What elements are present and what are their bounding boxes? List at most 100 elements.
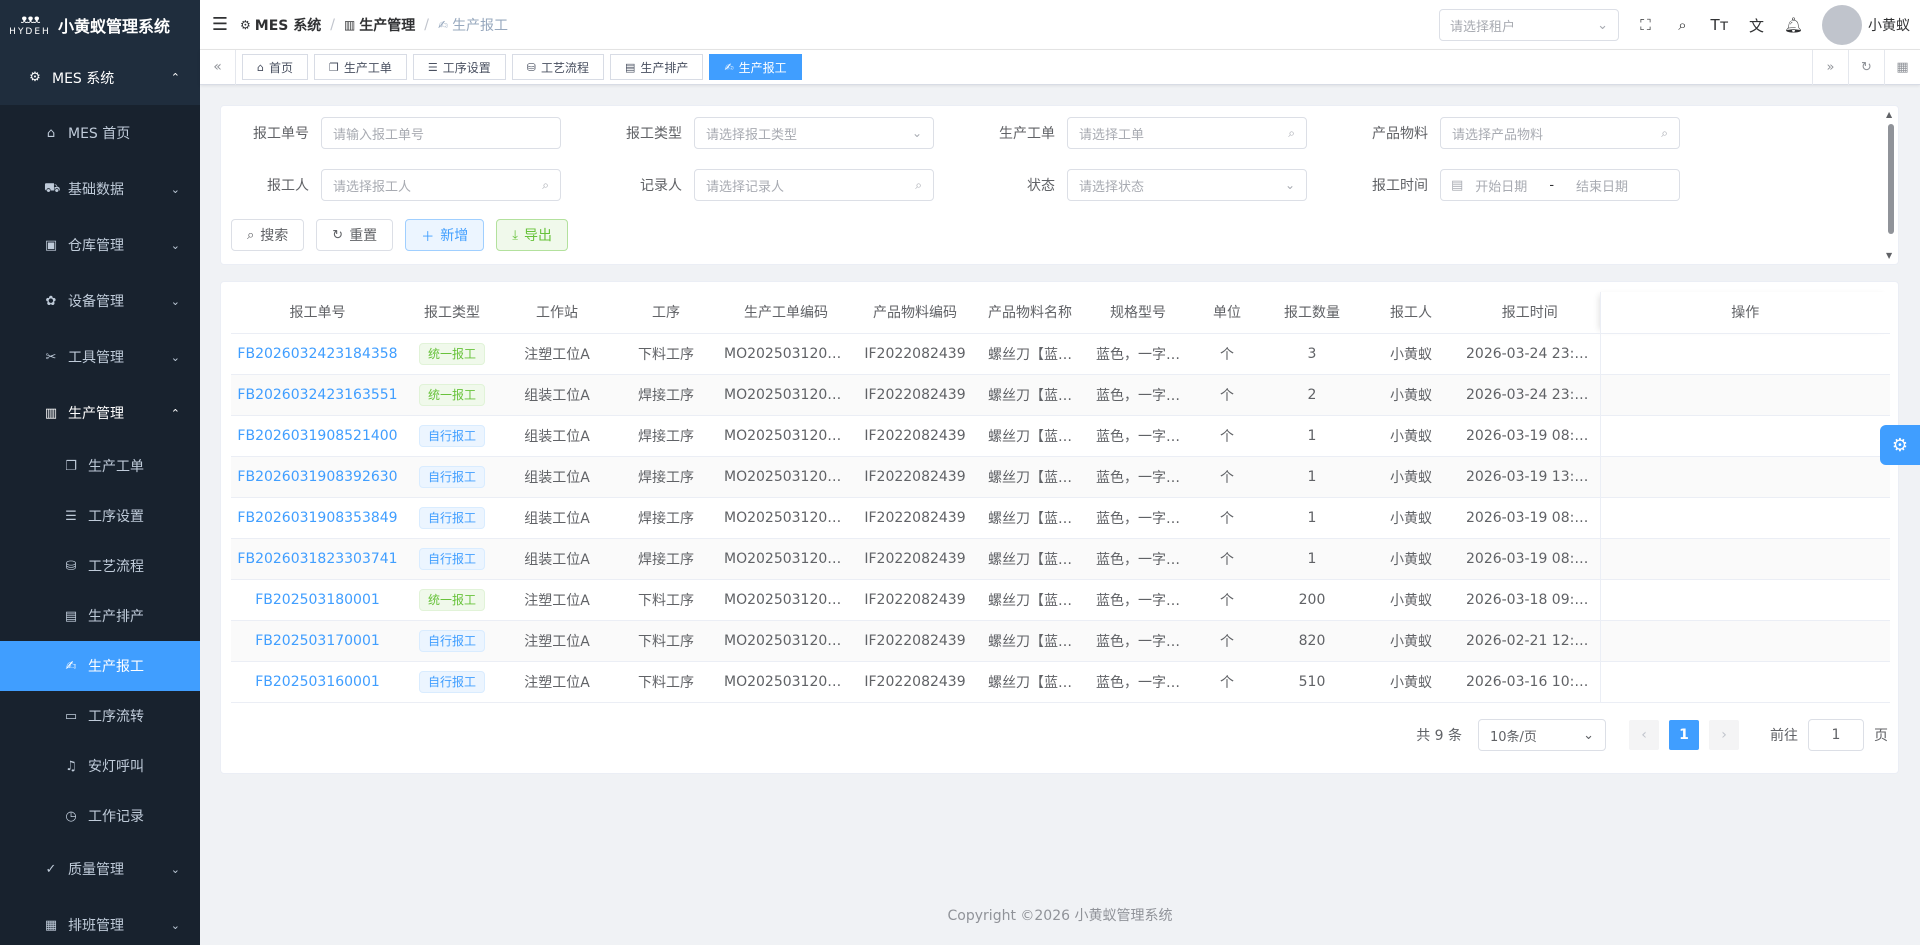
tag-4[interactable]: ▤ 生产排产 bbox=[610, 54, 704, 80]
sidebar-item-2[interactable]: ⛟ 基础数据 ⌄ bbox=[0, 161, 200, 217]
search-icon: ⌕ bbox=[915, 177, 922, 192]
cell-no[interactable]: FB202503170001 bbox=[231, 620, 404, 662]
add-button[interactable]: ＋ 新增 bbox=[405, 219, 485, 251]
footer-copyright: Copyright ©2026 小黄蚁管理系统 bbox=[947, 908, 1173, 924]
cell-no[interactable]: FB202503180001 bbox=[231, 579, 404, 621]
sidebar-item-label: 安灯呼叫 bbox=[88, 759, 144, 775]
breadcrumb-label: MES 系统 bbox=[254, 17, 322, 34]
tenant-select[interactable]: 请选择租户 ⌄ bbox=[1439, 9, 1619, 41]
chevron-down-icon: ⌄ bbox=[170, 238, 180, 252]
search-scrollbar[interactable]: ▲ ▼ bbox=[1886, 110, 1896, 260]
cell-no[interactable]: FB2026032423163551 bbox=[231, 374, 404, 416]
sidebar-item-3[interactable]: ▣ 仓库管理 ⌄ bbox=[0, 217, 200, 273]
reporter-label: 报工人 bbox=[267, 178, 309, 194]
material-input[interactable]: 请选择产品物料 ⌕ bbox=[1440, 117, 1680, 149]
scrollbar-thumb[interactable] bbox=[1888, 124, 1894, 234]
scroll-down-icon[interactable]: ▼ bbox=[1886, 251, 1892, 260]
cell-time: 2026-03-19 13:01: bbox=[1460, 456, 1600, 498]
sidebar-item-7[interactable]: ❐ 生产工单 bbox=[0, 441, 200, 491]
report-type-select[interactable]: 请选择报工类型 ⌄ bbox=[694, 117, 934, 149]
page-size-select[interactable]: 10条/页 ⌄ bbox=[1478, 719, 1606, 751]
page-number-1[interactable]: 1 bbox=[1669, 720, 1699, 750]
username[interactable]: 小黄蚁 bbox=[1868, 15, 1910, 35]
sidebar-item-5[interactable]: ✂ 工具管理 ⌄ bbox=[0, 329, 200, 385]
report-time-label: 报工时间 bbox=[1372, 178, 1428, 194]
logo[interactable]: ᴥᴥᴥ HYDEH 小黄蚁管理系统 bbox=[0, 0, 200, 50]
table-row[interactable]: FB2026032423163551 统一报工 组装工位A 焊接工序 MO2025031… bbox=[231, 374, 1890, 416]
cell-no[interactable]: FB2026031908521400 bbox=[231, 415, 404, 457]
table-row[interactable]: FB2026031823303741 自行报工 组装工位A 焊接工序 MO2025031… bbox=[231, 538, 1890, 580]
home-icon: ⌂ bbox=[46, 125, 56, 141]
cell-mcode: IF2022082439 bbox=[854, 620, 976, 662]
sidebar-item-4[interactable]: ✿ 设备管理 ⌄ bbox=[0, 273, 200, 329]
tag-0[interactable]: ⌂ 首页 bbox=[242, 54, 308, 80]
sidebar-item-12[interactable]: ▭ 工序流转 bbox=[0, 691, 200, 741]
sidebar-item-9[interactable]: ⛁ 工艺流程 bbox=[0, 541, 200, 591]
font-size-icon[interactable]: Tт bbox=[1701, 16, 1738, 34]
cell-reporter: 小黄蚁 bbox=[1362, 415, 1460, 457]
next-page-button[interactable]: › bbox=[1709, 720, 1739, 750]
sidebar-item-8[interactable]: ☰ 工序设置 bbox=[0, 491, 200, 541]
export-button[interactable]: ⤓ 导出 bbox=[496, 219, 568, 251]
chevron-down-icon: ⌄ bbox=[1583, 727, 1594, 743]
cell-no[interactable]: FB2026032423184358 bbox=[231, 333, 404, 375]
pagination: 共 9 条 10条/页 ⌄ ‹ 1 › 前往 1 页 bbox=[1416, 719, 1888, 751]
work-order-placeholder: 请选择工单 bbox=[1079, 127, 1145, 143]
fullscreen-icon[interactable]: ⛶ bbox=[1627, 16, 1664, 34]
sidebar-item-10[interactable]: ▤ 生产排产 bbox=[0, 591, 200, 641]
prev-page-button[interactable]: ‹ bbox=[1629, 720, 1659, 750]
table-row[interactable]: FB2026031908353849 自行报工 组装工位A 焊接工序 MO2025031… bbox=[231, 497, 1890, 539]
sidebar-item-16[interactable]: ▦ 排班管理 ⌄ bbox=[0, 897, 200, 945]
cell-mname: 螺丝刀【蓝… bbox=[976, 538, 1084, 580]
grid-menu-icon[interactable]: ▦ bbox=[1884, 50, 1920, 85]
sidebar-item-6[interactable]: ▥ 生产管理 ⌃ bbox=[0, 385, 200, 441]
table-row[interactable]: FB202503180001 统一报工 注塑工位A 下料工序 MO20250312000… bbox=[231, 579, 1890, 621]
report-no-input[interactable]: 请输入报工单号 bbox=[321, 117, 561, 149]
reset-button[interactable]: ↻ 重置 bbox=[316, 219, 394, 251]
settings-gear-icon[interactable]: ⚙ bbox=[1880, 425, 1920, 465]
tags-scroll-left-icon[interactable]: « bbox=[200, 49, 236, 85]
tag-2[interactable]: ☰ 工序设置 bbox=[412, 54, 506, 80]
sidebar-item-0[interactable]: ⚙ MES 系统 ⌃ bbox=[0, 50, 200, 105]
search-button[interactable]: ⌕ 搜索 bbox=[231, 219, 305, 251]
breadcrumb-item-1[interactable]: ▥ 生产管理 bbox=[344, 15, 415, 35]
cell-no[interactable]: FB202503160001 bbox=[231, 661, 404, 703]
breadcrumb-item-2: ✍ 生产报工 bbox=[438, 15, 508, 35]
work-order-input[interactable]: 请选择工单 ⌕ bbox=[1067, 117, 1307, 149]
report-time-range[interactable]: ▤ 开始日期 - 结束日期 bbox=[1440, 169, 1680, 201]
language-icon[interactable]: 文 bbox=[1738, 15, 1775, 36]
cell-reporter: 小黄蚁 bbox=[1362, 497, 1460, 539]
cell-no[interactable]: FB2026031908392630 bbox=[231, 456, 404, 498]
table-row[interactable]: FB202503170001 自行报工 注塑工位A 下料工序 MO20250312000… bbox=[231, 620, 1890, 662]
bell-icon[interactable]: 🔔︎ bbox=[1775, 16, 1812, 34]
cell-spec: 蓝色，一字… bbox=[1084, 538, 1192, 580]
cell-no[interactable]: FB2026031908353849 bbox=[231, 497, 404, 539]
chevron-down-icon: ⌄ bbox=[170, 350, 180, 364]
breadcrumb-item-0[interactable]: ⚙ MES 系统 bbox=[240, 15, 321, 35]
tag-3[interactable]: ⛁ 工艺流程 bbox=[511, 54, 605, 80]
hamburger-icon[interactable]: ☰ bbox=[200, 14, 240, 35]
sidebar-item-13[interactable]: ♫ 安灯呼叫 bbox=[0, 741, 200, 791]
search-icon[interactable]: ⌕ bbox=[1664, 16, 1701, 34]
avatar[interactable] bbox=[1822, 5, 1862, 45]
table-row[interactable]: FB2026031908392630 自行报工 组装工位A 焊接工序 MO2025031… bbox=[231, 456, 1890, 498]
sidebar-item-1[interactable]: ⌂ MES 首页 bbox=[0, 105, 200, 161]
tag-1[interactable]: ❐ 生产工单 bbox=[314, 54, 407, 80]
table-row[interactable]: FB202503160001 自行报工 注塑工位A 下料工序 MO20250312000… bbox=[231, 661, 1890, 703]
sidebar-item-15[interactable]: ✓ 质量管理 ⌄ bbox=[0, 841, 200, 897]
table-row[interactable]: FB2026031908521400 自行报工 组装工位A 焊接工序 MO2025031… bbox=[231, 415, 1890, 457]
cell-no[interactable]: FB2026031823303741 bbox=[231, 538, 404, 580]
refresh-icon[interactable]: ↻ bbox=[1848, 50, 1884, 85]
status-select[interactable]: 请选择状态 ⌄ bbox=[1067, 169, 1307, 201]
goto-input[interactable]: 1 bbox=[1808, 719, 1864, 751]
reporter-input[interactable]: 请选择报工人 ⌕ bbox=[321, 169, 561, 201]
scroll-up-icon[interactable]: ▲ bbox=[1886, 110, 1892, 119]
recorder-input[interactable]: 请选择记录人 ⌕ bbox=[694, 169, 934, 201]
sidebar-item-14[interactable]: ◷ 工作记录 bbox=[0, 791, 200, 841]
tag-5[interactable]: ✍ 生产报工 bbox=[709, 54, 802, 80]
table-row[interactable]: FB2026032423184358 统一报工 注塑工位A 下料工序 MO2025031… bbox=[231, 333, 1890, 375]
tags-scroll-right-icon[interactable]: » bbox=[1812, 50, 1848, 85]
calendar-icon: ▤ bbox=[1451, 177, 1464, 193]
sidebar-item-11[interactable]: ✍ 生产报工 bbox=[0, 641, 200, 691]
sidebar-item-label: 质量管理 bbox=[68, 862, 124, 878]
